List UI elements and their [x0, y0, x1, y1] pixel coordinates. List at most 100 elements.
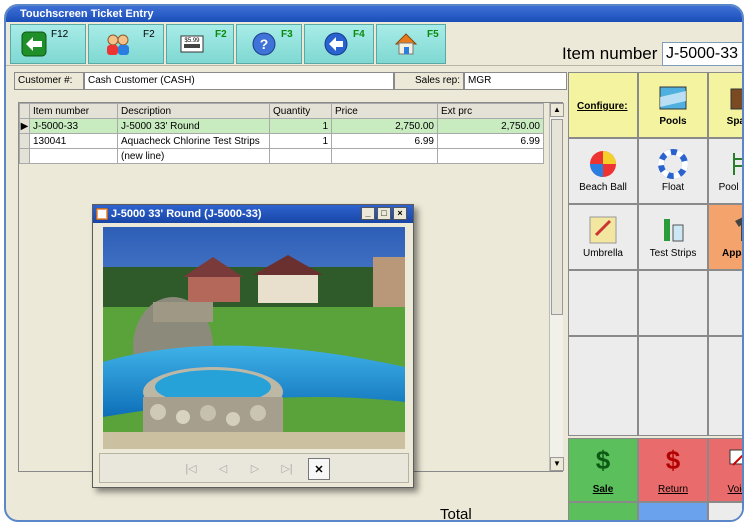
pool-icon	[659, 86, 687, 110]
key-f5: F5	[427, 29, 439, 40]
cell-item[interactable]: J-5000-33	[29, 118, 118, 134]
customer-field[interactable]: Cash Customer (CASH)	[84, 72, 394, 90]
more-button[interactable]	[708, 502, 742, 520]
empty-slot	[568, 270, 638, 336]
cell-price[interactable]	[331, 148, 438, 164]
scroll-up-icon[interactable]: ▲	[550, 103, 564, 117]
return-label: Return	[657, 484, 688, 495]
next-icon[interactable]: ▷	[244, 458, 266, 480]
test-strips-button[interactable]: Test Strips	[638, 204, 708, 270]
empty-slot	[708, 336, 742, 436]
back-button[interactable]: F12	[10, 24, 86, 64]
cell-description[interactable]: J-5000 33' Round	[117, 118, 270, 134]
grid-header: Item number Description Quantity Price E…	[19, 103, 544, 119]
apparel-button[interactable]: Appa	[708, 204, 742, 270]
total-label: Total	[440, 506, 472, 522]
scroll-thumb[interactable]	[551, 119, 563, 315]
grid-scrollbar[interactable]: ▲ ▼	[549, 103, 564, 471]
sale-label: Sale	[592, 484, 614, 495]
void-button[interactable]: Void	[708, 438, 742, 502]
cell-ext-price[interactable]	[437, 148, 544, 164]
previous-button[interactable]: F4	[304, 24, 374, 64]
cell-price[interactable]: 2,750.00	[331, 118, 438, 134]
float-label: Float	[661, 182, 685, 193]
more-blue-button[interactable]	[638, 502, 708, 520]
row-indicator-header	[19, 103, 30, 119]
col-ext-price[interactable]: Ext prc	[437, 103, 544, 119]
more-sale-button[interactable]	[568, 502, 638, 520]
svg-text:$5.99: $5.99	[184, 38, 200, 44]
cell-ext-price[interactable]: 6.99	[437, 133, 544, 149]
salesrep-label: Sales rep:	[394, 72, 464, 90]
help-icon: ?	[252, 32, 276, 56]
umbrella-button[interactable]: Umbrella	[568, 204, 638, 270]
apparel-label: Appa	[722, 248, 742, 259]
previous-icon[interactable]: ◁	[212, 458, 234, 480]
cell-quantity[interactable]: 1	[269, 133, 332, 149]
col-price[interactable]: Price	[331, 103, 438, 119]
cell-price[interactable]: 6.99	[331, 133, 438, 149]
table-row[interactable]: ▶ J-5000-33 J-5000 33' Round 1 2,750.00 …	[19, 118, 544, 134]
umbrella-label: Umbrella	[582, 248, 623, 259]
popup-close-button[interactable]: ✕	[308, 458, 330, 480]
cell-description[interactable]: Aquacheck Chlorine Test Strips	[117, 133, 270, 149]
cell-quantity[interactable]: 1	[269, 118, 332, 134]
return-button[interactable]: $ Return	[638, 438, 708, 502]
key-f3: F3	[281, 29, 293, 40]
configure-label: Configure:	[577, 101, 628, 112]
col-description[interactable]: Description	[117, 103, 270, 119]
configure-button[interactable]: Configure:	[568, 72, 638, 138]
cell-ext-price[interactable]: 2,750.00	[437, 118, 544, 134]
price-tag-icon: $5.99	[180, 35, 204, 53]
umbrella-icon	[589, 216, 617, 244]
empty-slot	[638, 270, 708, 336]
home-button[interactable]: F5	[376, 24, 446, 64]
key-f2: F2	[143, 29, 155, 40]
col-item-number[interactable]: Item number	[29, 103, 118, 119]
minimize-icon[interactable]: _	[361, 207, 375, 220]
app-window: Touchscreen Ticket Entry F12 F2 $5.99 F2…	[4, 4, 744, 522]
back-circle-icon	[324, 32, 348, 56]
first-icon[interactable]: |◁	[180, 458, 202, 480]
item-number-input[interactable]: J-5000-33	[662, 42, 742, 66]
last-icon[interactable]: ▷|	[276, 458, 298, 480]
customers-button[interactable]: F2	[88, 24, 164, 64]
cell-quantity[interactable]	[269, 148, 332, 164]
popup-titlebar[interactable]: J-5000 33' Round (J-5000-33) _ □ ×	[93, 205, 413, 223]
close-icon[interactable]: ×	[393, 207, 407, 220]
float-ring-icon	[658, 149, 688, 179]
empty-slot	[708, 270, 742, 336]
apparel-icon	[735, 217, 742, 241]
maximize-icon[interactable]: □	[377, 207, 391, 220]
sale-button[interactable]: $ Sale	[568, 438, 638, 502]
dollar-green-icon: $	[595, 445, 611, 475]
image-popup: J-5000 33' Round (J-5000-33) _ □ × |◁ ◁ …	[92, 204, 414, 488]
test-strips-label: Test Strips	[649, 248, 697, 259]
col-quantity[interactable]: Quantity	[269, 103, 332, 119]
empty-slot	[638, 336, 708, 436]
float-button[interactable]: Float	[638, 138, 708, 204]
table-row[interactable]: (new line)	[19, 148, 544, 164]
pool-ladder-icon	[733, 153, 742, 175]
spa-icon	[730, 88, 742, 110]
void-tag-icon	[729, 449, 742, 466]
beach-ball-button[interactable]: Beach Ball	[568, 138, 638, 204]
cell-item[interactable]: 130041	[29, 133, 118, 149]
salesrep-field[interactable]: MGR	[464, 72, 567, 90]
cell-description[interactable]: (new line)	[117, 148, 270, 164]
table-row[interactable]: 130041 Aquacheck Chlorine Test Strips 1 …	[19, 133, 544, 149]
price-button[interactable]: $5.99 F2	[166, 24, 234, 64]
customer-bar: Customer #: Cash Customer (CASH) Sales r…	[14, 72, 567, 90]
window-title: Touchscreen Ticket Entry	[6, 6, 742, 22]
help-button[interactable]: ? F3	[236, 24, 302, 64]
row-indicator	[19, 148, 30, 164]
spa-button[interactable]: Spa	[708, 72, 742, 138]
pool-photo	[103, 227, 405, 449]
scroll-down-icon[interactable]: ▼	[550, 457, 564, 471]
image-nav-bar: |◁ ◁ ▷ ▷| ✕	[99, 453, 409, 483]
row-indicator	[19, 133, 30, 149]
cell-item[interactable]	[29, 148, 118, 164]
pool-ladder-button[interactable]: Pool L	[708, 138, 742, 204]
key-f2b: F2	[215, 29, 227, 40]
pools-button[interactable]: Pools	[638, 72, 708, 138]
